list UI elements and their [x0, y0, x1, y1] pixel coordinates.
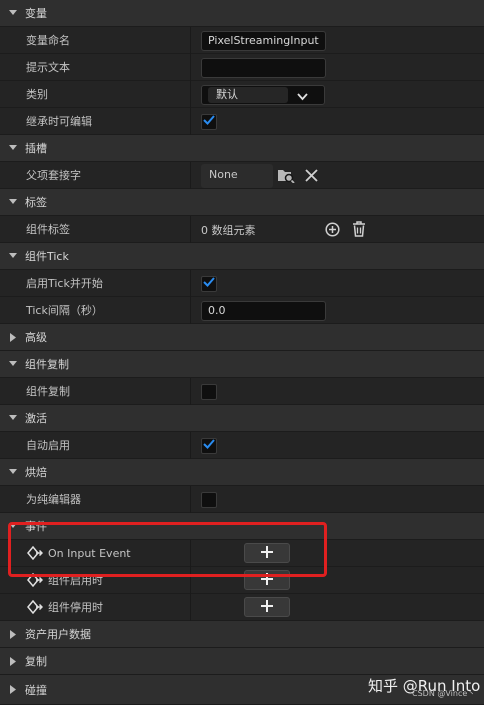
tooltip-label: 提示文本	[26, 61, 70, 74]
event-label: 组件停用时	[48, 601, 103, 614]
delete-trash-icon[interactable]	[352, 221, 366, 240]
prop-category: 类别 默认	[0, 81, 484, 108]
expanded-arrow-icon	[9, 469, 17, 475]
tick-interval-input[interactable]: 0.0	[201, 300, 326, 321]
browse-socket-icon[interactable]	[277, 167, 295, 186]
prop-tooltip: 提示文本	[0, 54, 484, 81]
tick-interval-label: Tick间隔（秒）	[26, 304, 103, 317]
plus-icon	[261, 599, 273, 615]
component-tags-count: 0 数组元素	[201, 223, 256, 237]
collapsed-arrow-icon	[9, 332, 17, 342]
section-asset-user-data-title: 资产用户数据	[25, 628, 91, 641]
clear-x-icon[interactable]	[305, 169, 318, 185]
column-splitter	[190, 54, 191, 81]
prop-editable-when-inherited: 继承时可编辑	[0, 108, 484, 135]
editor-only-label: 为纯编辑器	[26, 493, 81, 506]
section-variable-title: 变量	[25, 7, 47, 20]
column-splitter	[190, 81, 191, 108]
replicates-label: 组件复制	[26, 385, 70, 398]
auto-activate-label: 自动启用	[26, 439, 70, 452]
section-collision-title: 碰撞	[25, 683, 47, 697]
column-splitter	[190, 216, 191, 243]
expanded-arrow-icon	[9, 415, 17, 421]
column-splitter	[190, 162, 191, 189]
category-dropdown[interactable]: 默认	[201, 84, 325, 105]
details-panel: 变量 变量命名 PixelStreamingInput 提示文本 类别 默认 继…	[0, 0, 484, 705]
expanded-arrow-icon	[9, 253, 17, 259]
prop-start-with-tick: 启用Tick并开始	[0, 270, 484, 297]
checkmark-icon	[203, 439, 215, 452]
prop-editor-only: 为纯编辑器	[0, 486, 484, 513]
column-splitter	[190, 486, 191, 513]
collapsed-arrow-icon	[9, 629, 17, 639]
highlight-annotation-box	[8, 522, 327, 577]
section-copy[interactable]: 复制	[0, 648, 484, 675]
column-splitter	[190, 297, 191, 324]
expanded-arrow-icon	[9, 10, 17, 16]
start-tick-checkbox[interactable]	[201, 275, 217, 292]
section-cooking-title: 烘焙	[25, 466, 47, 479]
section-component-tick[interactable]: 组件Tick	[0, 243, 484, 270]
component-tags-label: 组件标签	[26, 223, 70, 236]
section-replication-title: 组件复制	[25, 358, 69, 371]
checkmark-icon	[203, 277, 215, 290]
auto-activate-checkbox[interactable]	[201, 437, 217, 454]
expanded-arrow-icon	[9, 199, 17, 205]
section-slot[interactable]: 插槽	[0, 135, 484, 162]
variable-name-input[interactable]: PixelStreamingInput	[201, 30, 326, 51]
editable-checkbox[interactable]	[201, 113, 217, 130]
checkmark-icon	[203, 115, 215, 128]
prop-component-tags: 组件标签 0 数组元素	[0, 216, 484, 243]
prop-variable-name: 变量命名 PixelStreamingInput	[0, 27, 484, 54]
column-splitter	[190, 270, 191, 297]
column-splitter	[190, 108, 191, 135]
section-cooking[interactable]: 烘焙	[0, 459, 484, 486]
category-label: 类别	[26, 88, 48, 101]
section-tags-title: 标签	[25, 196, 47, 209]
section-activation-title: 激活	[25, 412, 47, 425]
prop-parent-socket: 父项套接字 None	[0, 162, 484, 189]
add-element-icon[interactable]	[325, 222, 340, 240]
category-selected-value: 默认	[208, 86, 288, 103]
column-splitter	[190, 378, 191, 405]
section-tags[interactable]: 标签	[0, 189, 484, 216]
section-advanced-title: 高级	[25, 331, 47, 344]
add-event-button[interactable]	[244, 597, 290, 617]
prop-component-replicates: 组件复制	[0, 378, 484, 405]
section-slot-title: 插槽	[25, 142, 47, 155]
editable-label: 继承时可编辑	[26, 115, 92, 128]
section-component-tick-title: 组件Tick	[25, 250, 69, 263]
watermark-csdn: CSDN @Vince丶	[412, 689, 476, 698]
section-advanced[interactable]: 高级	[0, 324, 484, 351]
chevron-down-icon	[297, 91, 308, 104]
prop-auto-activate: 自动启用	[0, 432, 484, 459]
parent-socket-value[interactable]: None	[201, 163, 273, 188]
column-splitter	[190, 594, 191, 621]
start-tick-label: 启用Tick并开始	[26, 277, 103, 290]
section-activation[interactable]: 激活	[0, 405, 484, 432]
replicates-checkbox[interactable]	[201, 383, 217, 400]
variable-name-label: 变量命名	[26, 34, 70, 47]
event-row-on-deactivated: 组件停用时	[0, 594, 484, 621]
column-splitter	[190, 27, 191, 54]
collapsed-arrow-icon	[9, 656, 17, 666]
section-asset-user-data[interactable]: 资产用户数据	[0, 621, 484, 648]
column-splitter	[190, 432, 191, 459]
tooltip-input[interactable]	[201, 57, 326, 78]
collapsed-arrow-icon	[9, 685, 17, 694]
prop-tick-interval: Tick间隔（秒） 0.0	[0, 297, 484, 324]
event-diamond-icon	[27, 599, 44, 617]
expanded-arrow-icon	[9, 145, 17, 151]
section-replication[interactable]: 组件复制	[0, 351, 484, 378]
section-variable[interactable]: 变量	[0, 0, 484, 27]
parent-socket-label: 父项套接字	[26, 169, 81, 182]
editor-only-checkbox[interactable]	[201, 491, 217, 508]
expanded-arrow-icon	[9, 361, 17, 367]
section-copy-title: 复制	[25, 655, 47, 668]
